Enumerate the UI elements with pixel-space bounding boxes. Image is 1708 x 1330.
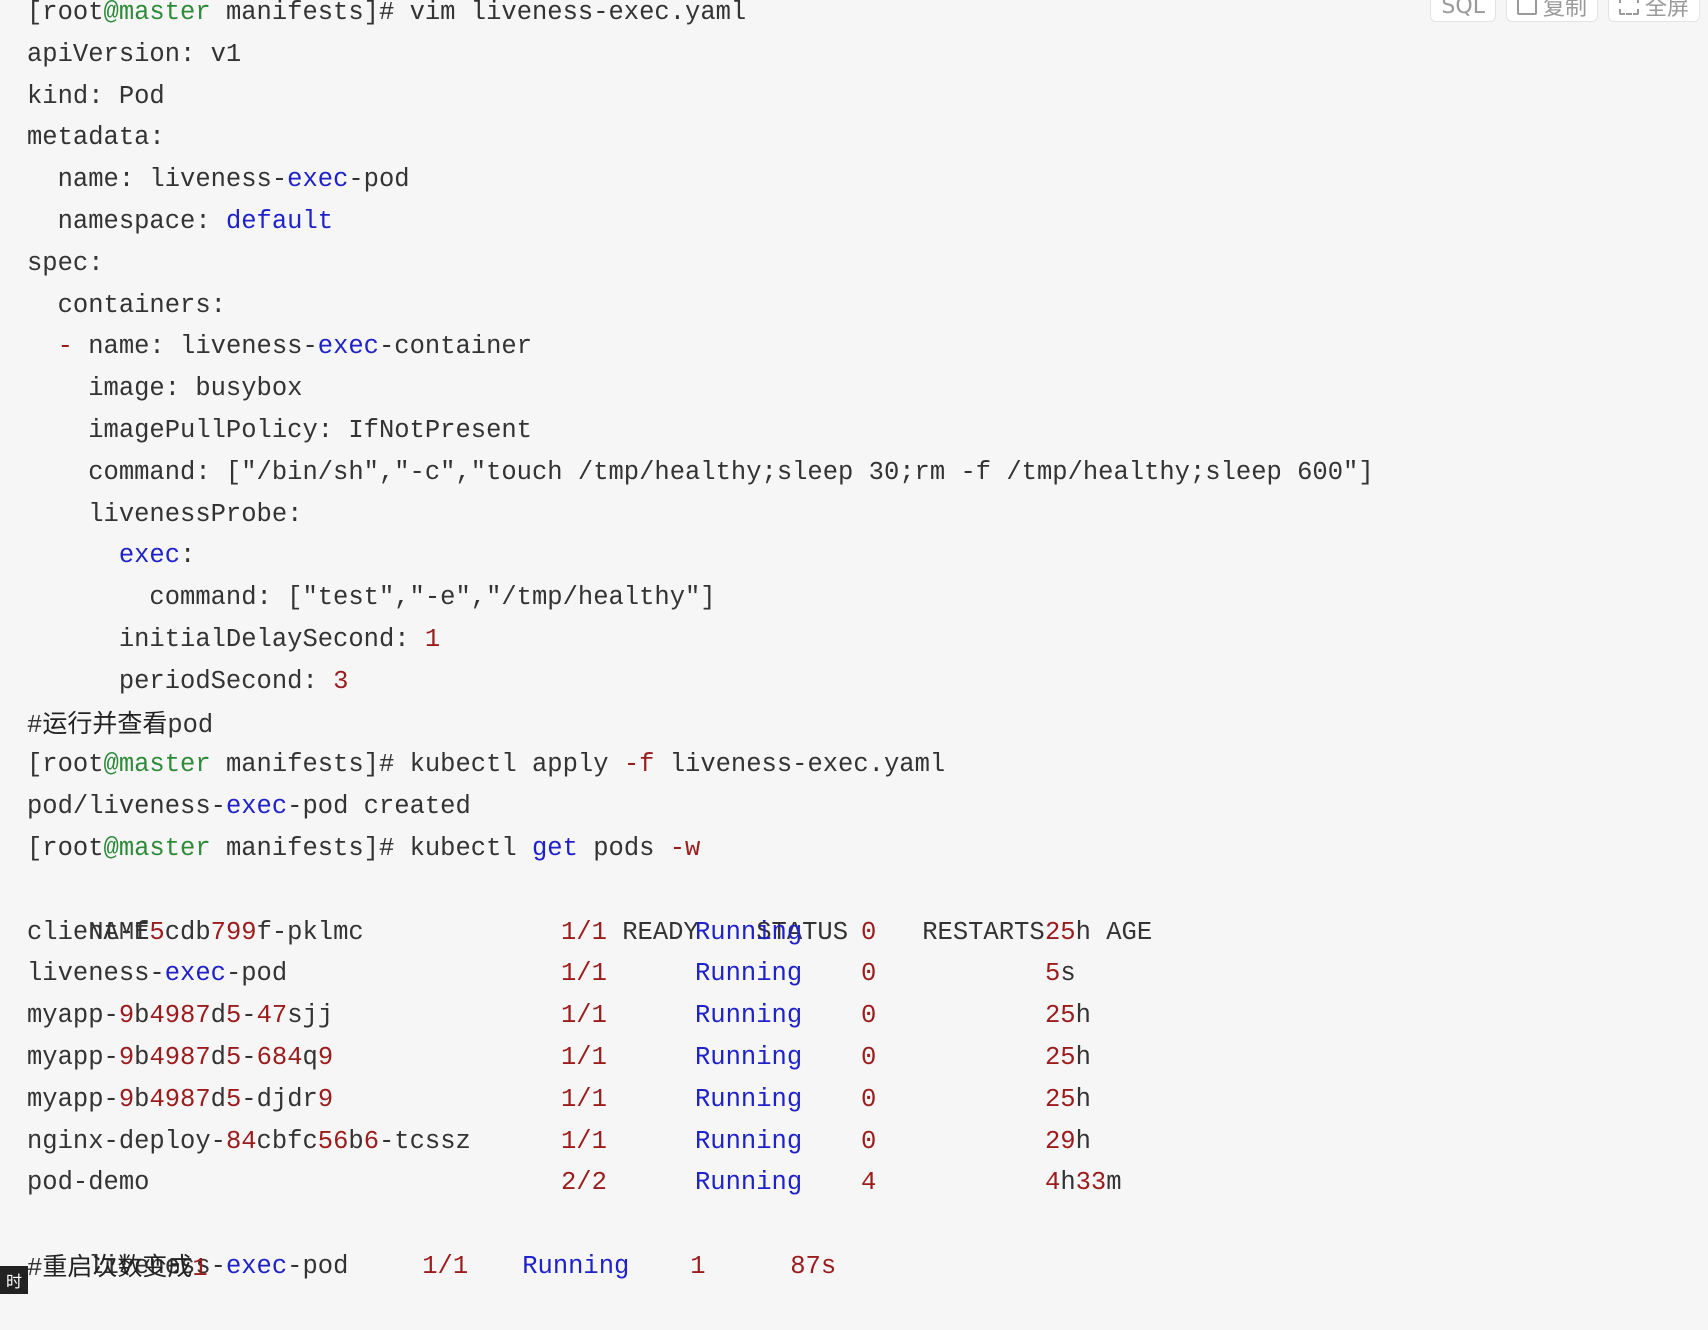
cell-restarts: 0 — [861, 1042, 877, 1072]
cell-restarts: 4 — [861, 1168, 877, 1198]
code-line: [root@master manifests]# kubectl get pod… — [27, 833, 701, 863]
code-line: image: busybox — [27, 374, 303, 404]
cell-name: myapp-9b4987d5-djdr9 — [27, 1084, 334, 1114]
watch-status: Running — [522, 1251, 630, 1281]
code-line: kind: Pod — [27, 81, 165, 111]
cell-ready: 1/1 — [561, 1001, 607, 1031]
cell-status: Running — [695, 1168, 803, 1198]
corner-badge: 时 — [0, 1266, 28, 1294]
watch-restarts: 1 — [690, 1251, 706, 1281]
cell-status: Running — [695, 1001, 803, 1031]
cell-ready: 1/1 — [561, 1084, 607, 1114]
cell-name: pod-demo — [27, 1168, 150, 1198]
cell-ready: 2/2 — [561, 1168, 607, 1198]
cell-name: client-f5cdb799f-pklmc — [27, 917, 364, 947]
watch-row: liveness-exec-pod 1/1 Running 1 87s — [27, 1204, 1374, 1281]
code-line: apiVersion: v1 — [27, 39, 242, 69]
fullscreen-icon — [1618, 0, 1639, 15]
fullscreen-label: 全屏 — [1644, 0, 1689, 21]
cell-status: Running — [695, 959, 803, 989]
code-line: initialDelaySecond: 1 — [27, 624, 441, 654]
code-line: [root@master manifests]# vim liveness-ex… — [27, 0, 747, 27]
cell-age: 25h — [1045, 917, 1091, 947]
code-line: pod/liveness-exec-pod created — [27, 792, 471, 822]
code-line: metadata: — [27, 123, 165, 153]
cell-restarts: 0 — [861, 1126, 877, 1156]
copy-button[interactable]: 复制 — [1505, 0, 1598, 22]
code-line: namespace: default — [27, 206, 334, 236]
cell-name: myapp-9b4987d5-684q9 — [27, 1042, 334, 1072]
cell-age: 25h — [1045, 1001, 1091, 1031]
cell-ready: 1/1 — [561, 1042, 607, 1072]
cell-restarts: 0 — [861, 1084, 877, 1114]
code-line: - name: liveness-exec-container — [27, 332, 533, 362]
cell-ready: 1/1 — [561, 959, 607, 989]
cell-status: Running — [695, 1126, 803, 1156]
copy-label: 复制 — [1542, 0, 1587, 21]
table-row: liveness-exec-pod 1/1 Running 0 5s — [27, 953, 1374, 995]
fullscreen-button[interactable]: 全屏 — [1607, 0, 1700, 22]
col-age-header: AGE — [1106, 917, 1153, 947]
table-row: nginx-deploy-84cbfc56b6-tcssz 1/1 Running 0… — [27, 1121, 1374, 1163]
table-header: NAME READY STATUS RESTARTS AGE — [27, 870, 1374, 947]
code-block: [root@master manifests]# vim liveness-ex… — [27, 0, 1374, 1288]
cell-restarts: 0 — [861, 959, 877, 989]
code-toolbar: SQL 复制 全屏 — [1430, 0, 1700, 22]
table-row: myapp-9b4987d5-djdr9 1/1 Running 0 25h — [27, 1079, 1374, 1121]
cell-restarts: 0 — [861, 1001, 877, 1031]
cell-restarts: 0 — [861, 917, 877, 947]
cell-status: Running — [695, 1042, 803, 1072]
cell-ready: 1/1 — [561, 917, 607, 947]
cell-status: Running — [695, 917, 803, 947]
language-text: SQL — [1441, 0, 1485, 19]
code-line: [root@master manifests]# kubectl apply -… — [27, 750, 946, 780]
cell-age: 4h33m — [1045, 1168, 1122, 1198]
code-line: periodSecond: 3 — [27, 666, 349, 696]
code-line: command: ["/bin/sh","-c","touch /tmp/hea… — [27, 457, 1374, 487]
cell-name: nginx-deploy-84cbfc56b6-tcssz — [27, 1126, 471, 1156]
code-line: exec: — [118, 541, 196, 571]
cell-age: 29h — [1045, 1126, 1091, 1156]
cell-age: 5s — [1045, 959, 1076, 989]
code-line: livenessProbe: — [27, 499, 303, 529]
code-line: containers: — [27, 290, 226, 320]
code-comment: #运行并查看pod — [27, 708, 214, 740]
code-line: spec: — [27, 248, 104, 278]
table-row: myapp-9b4987d5-47sjj 1/1 Running 0 25h — [27, 995, 1374, 1037]
table-row: client-f5cdb799f-pklmc 1/1 Running 0 25h — [27, 912, 1374, 954]
code-line: command: ["test","-e","/tmp/healthy"] — [27, 583, 716, 613]
cell-ready: 1/1 — [561, 1126, 607, 1156]
table-row: pod-demo 2/2 Running 4 4h33m — [27, 1162, 1374, 1204]
code-line: name: liveness-exec-pod — [27, 165, 410, 195]
watch-ready: 1/1 — [422, 1251, 469, 1281]
table-row: myapp-9b4987d5-684q9 1/1 Running 0 25h — [27, 1037, 1374, 1079]
cell-age: 25h — [1045, 1084, 1091, 1114]
cell-name: liveness-exec-pod — [27, 959, 288, 989]
cell-name: myapp-9b4987d5-47sjj — [27, 1001, 334, 1031]
copy-icon — [1516, 0, 1537, 15]
code-line: imagePullPolicy: IfNotPresent — [27, 415, 532, 445]
watch-age: 87s — [790, 1251, 837, 1281]
language-label: SQL — [1430, 0, 1496, 22]
cell-age: 25h — [1045, 1042, 1091, 1072]
cell-status: Running — [695, 1084, 803, 1114]
